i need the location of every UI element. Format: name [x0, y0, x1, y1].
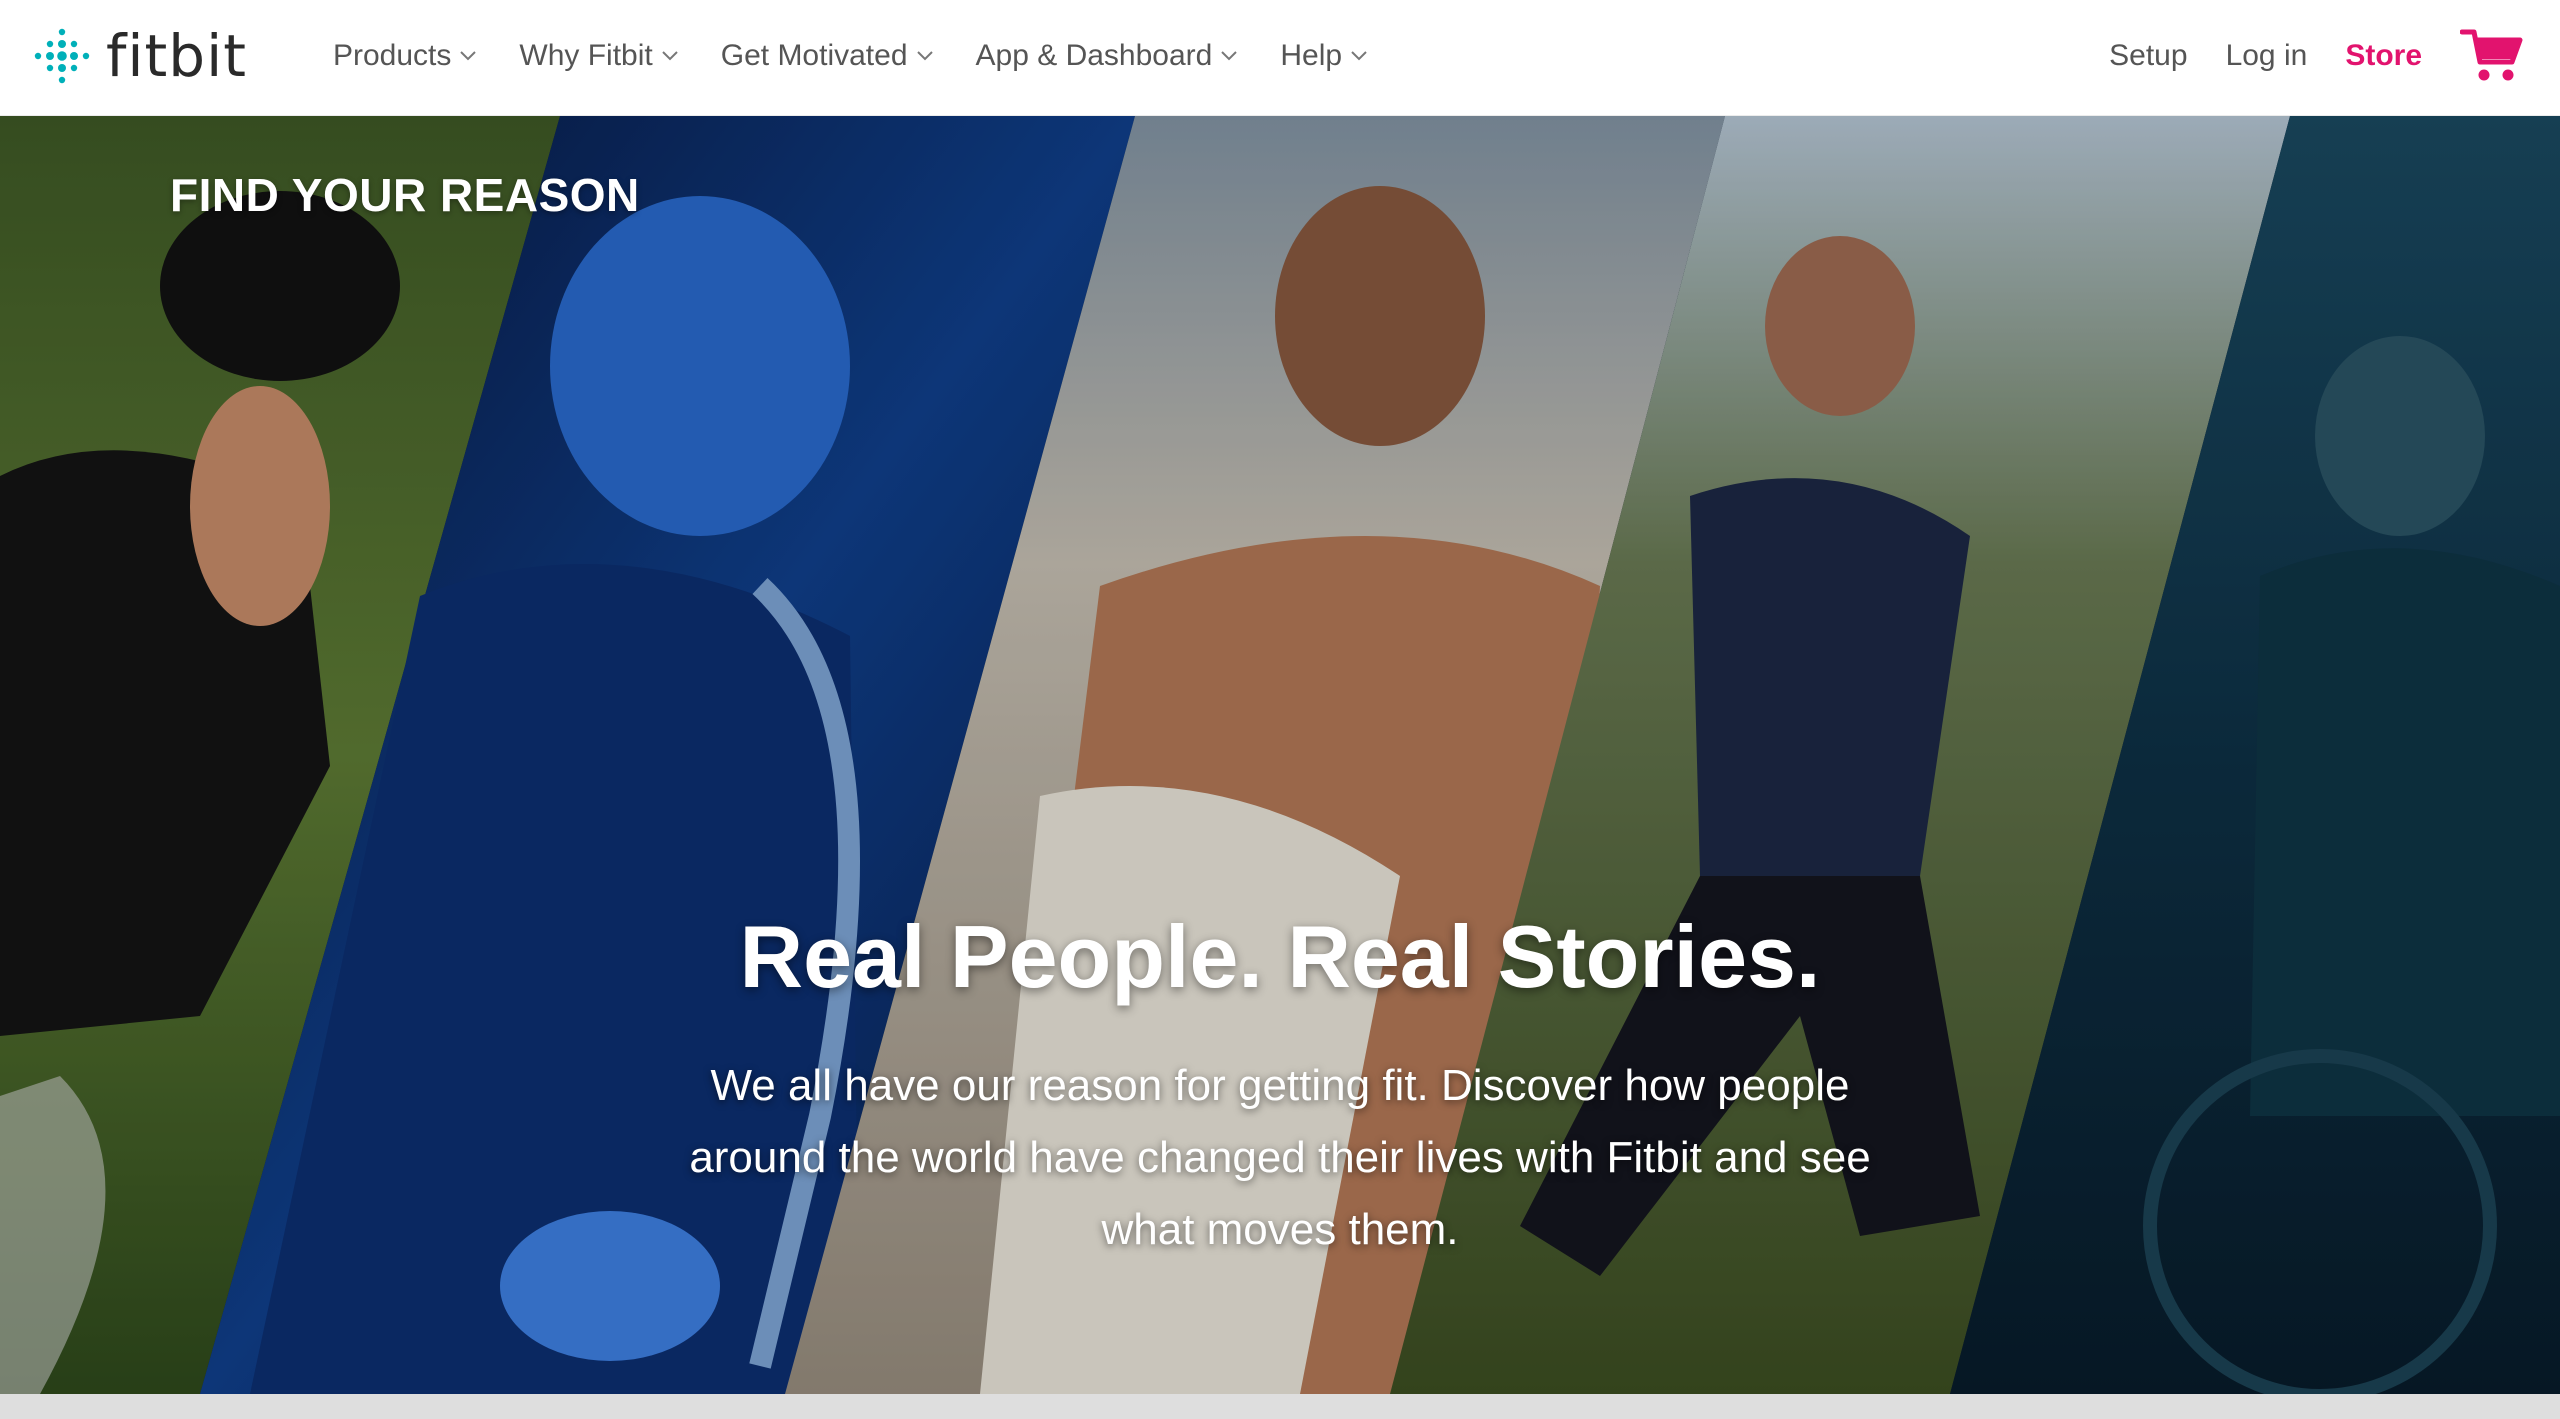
- login-link[interactable]: Log in: [2226, 39, 2308, 73]
- hero-title: Real People. Real Stories.: [739, 907, 1821, 1006]
- chevron-down-icon: [661, 50, 679, 62]
- nav-get-motivated[interactable]: Get Motivated: [721, 39, 934, 73]
- main-nav: Products Why Fitbit Get Motivated App & …: [333, 0, 1410, 112]
- chevron-down-icon: [1220, 50, 1238, 62]
- nav-why-fitbit[interactable]: Why Fitbit: [519, 39, 678, 73]
- nav-app-dashboard[interactable]: App & Dashboard: [976, 39, 1239, 73]
- chevron-down-icon: [1350, 50, 1368, 62]
- nav-app-dashboard-label: App & Dashboard: [975, 39, 1213, 72]
- bottom-divider: [0, 1394, 2560, 1419]
- hero-eyebrow-label: FIND YOUR REASON: [170, 169, 640, 221]
- nav-help-label: Help: [1280, 39, 1343, 72]
- site-header: fitbit Products Why Fitbit Get Motivated…: [0, 0, 2560, 116]
- utility-nav: Setup Log in Store: [2071, 0, 2524, 112]
- chevron-down-icon: [459, 50, 477, 62]
- nav-why-fitbit-label: Why Fitbit: [519, 39, 653, 72]
- shopping-cart-icon[interactable]: [2460, 26, 2524, 86]
- nav-products-label: Products: [333, 39, 452, 72]
- chevron-down-icon: [916, 50, 934, 62]
- fitbit-logo[interactable]: fitbit: [32, 24, 247, 88]
- nav-help[interactable]: Help: [1280, 39, 1368, 73]
- fitbit-dots-icon: [34, 28, 90, 84]
- store-link[interactable]: Store: [2345, 39, 2422, 73]
- nav-get-motivated-label: Get Motivated: [720, 39, 908, 72]
- setup-link[interactable]: Setup: [2109, 39, 2187, 73]
- hero-description: We all have our reason for getting fit. …: [689, 1061, 1871, 1254]
- nav-products[interactable]: Products: [333, 39, 477, 73]
- brand-name: fitbit: [106, 22, 247, 90]
- hero-banner: FIND YOUR REASON Real People. Real Stori…: [0, 116, 2560, 1394]
